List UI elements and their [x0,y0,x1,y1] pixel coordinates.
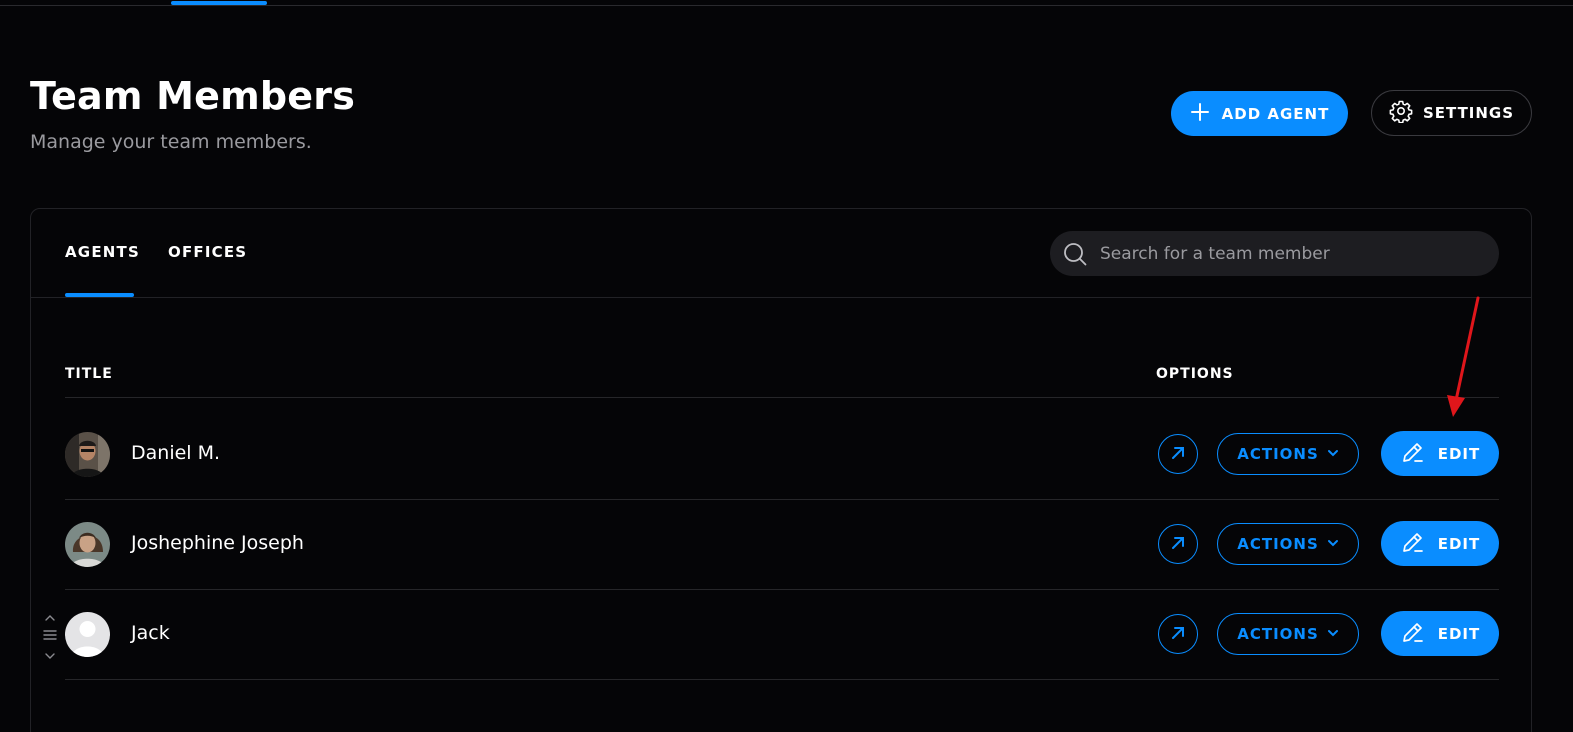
pencil-icon [1400,619,1426,649]
arrow-up-right-icon [1169,534,1187,555]
column-header-options: OPTIONS [1156,366,1234,382]
actions-label: ACTIONS [1237,445,1319,463]
add-agent-button[interactable]: ADD AGENT [1171,91,1348,136]
member-name: Joshephine Joseph [131,532,304,554]
avatar [65,522,110,567]
search-icon [1062,241,1088,267]
plus-icon [1190,102,1210,126]
open-profile-button[interactable] [1158,434,1198,474]
column-header-title: TITLE [65,366,113,382]
actions-dropdown-button[interactable]: ACTIONS [1217,433,1359,475]
add-agent-label: ADD AGENT [1221,104,1330,123]
open-profile-button[interactable] [1158,524,1198,564]
actions-dropdown-button[interactable]: ACTIONS [1217,523,1359,565]
member-name: Jack [131,622,170,644]
member-name: Daniel M. [131,442,221,464]
table-row: Jack ACTIONS EDIT [65,589,1499,679]
open-profile-button[interactable] [1158,614,1198,654]
actions-label: ACTIONS [1237,535,1319,553]
drag-handle-icon[interactable] [42,614,58,660]
table-row: Joshephine Joseph ACTIONS EDIT [65,499,1499,589]
active-tab-indicator [65,293,134,297]
actions-label: ACTIONS [1237,625,1319,643]
chevron-down-icon [1327,625,1339,643]
tab-offices[interactable]: OFFICES [168,243,247,261]
header-divider [65,397,1499,398]
edit-button[interactable]: EDIT [1381,431,1499,476]
top-nav-active-indicator [171,1,267,5]
avatar [65,612,110,657]
page-title: Team Members [30,74,356,118]
gear-icon [1389,99,1413,127]
table-row: Daniel M. ACTIONS EDIT [65,409,1499,499]
annotation-arrow [1440,295,1490,420]
page-subtitle: Manage your team members. [30,131,312,153]
top-nav-divider [0,5,1573,6]
actions-dropdown-button[interactable]: ACTIONS [1217,613,1359,655]
avatar [65,432,110,477]
edit-label: EDIT [1437,624,1481,643]
row-divider [65,679,1499,680]
arrow-up-right-icon [1169,624,1187,645]
edit-label: EDIT [1437,444,1481,463]
chevron-down-icon [1327,535,1339,553]
edit-label: EDIT [1437,534,1481,553]
settings-label: SETTINGS [1422,104,1515,122]
arrow-up-right-icon [1169,444,1187,465]
tab-agents[interactable]: AGENTS [65,243,140,261]
pencil-icon [1400,529,1426,559]
team-members-page: Team Members Manage your team members. A… [0,0,1573,732]
settings-button[interactable]: SETTINGS [1371,90,1532,136]
tabs-divider [31,297,1531,298]
edit-button[interactable]: EDIT [1381,611,1499,656]
search-box [1050,231,1499,276]
chevron-down-icon [1327,445,1339,463]
search-input[interactable] [1100,231,1480,276]
pencil-icon [1400,439,1426,469]
edit-button[interactable]: EDIT [1381,521,1499,566]
